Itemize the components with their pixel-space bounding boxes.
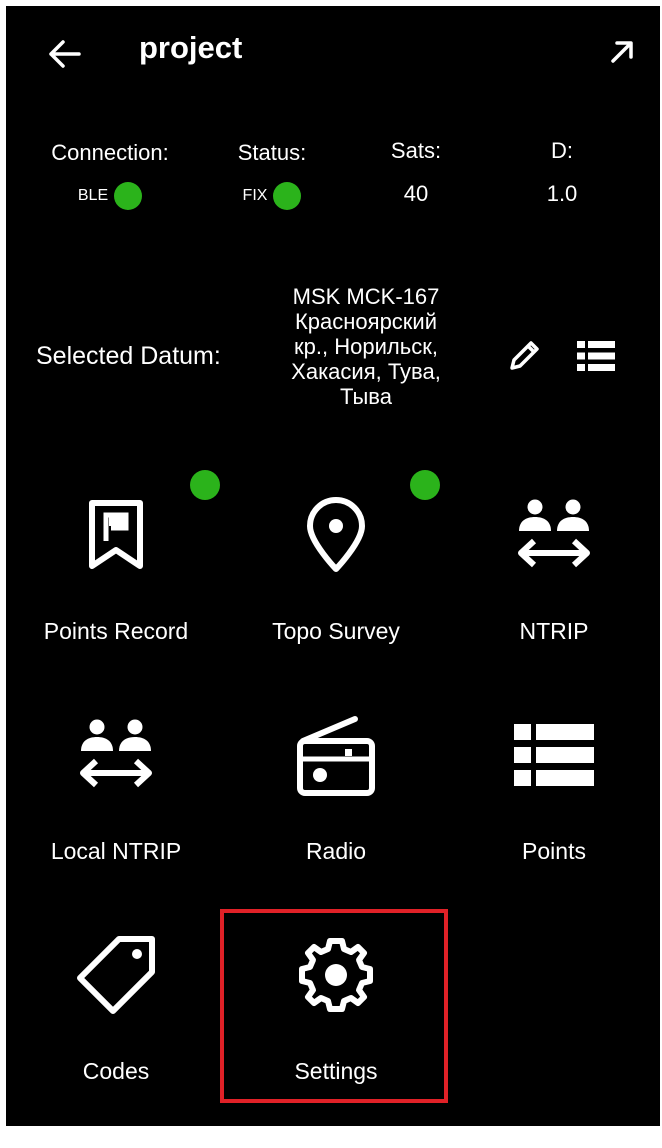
arrow-left-icon xyxy=(49,40,81,68)
sats-stat: Sats: 40 xyxy=(336,137,496,209)
topo-survey-label: Topo Survey xyxy=(272,618,400,644)
datum-value: MSK MCK-167 Красноярский кр., Норильск, … xyxy=(266,284,466,409)
local-ntrip-tile[interactable]: Local NTRIP xyxy=(8,700,224,900)
codes-label: Codes xyxy=(82,1058,150,1084)
points-record-label: Points Record xyxy=(43,618,189,644)
radio-label: Radio xyxy=(305,838,367,864)
sats-value: 40 xyxy=(403,181,429,206)
status-indicator xyxy=(273,182,302,210)
d-value: 1.0 xyxy=(546,181,578,206)
flag-bookmark-icon xyxy=(89,500,143,569)
d-stat: D: 1.0 xyxy=(482,137,642,209)
ntrip-label: NTRIP xyxy=(519,618,589,644)
codes-tile[interactable]: Codes xyxy=(8,920,224,1120)
edit-datum-button[interactable] xyxy=(502,334,546,378)
points-label: Points xyxy=(522,838,586,864)
status-stat: Status: FIX xyxy=(192,139,352,211)
d-label: D: xyxy=(551,138,573,163)
connection-label: Connection: xyxy=(51,140,169,165)
datum-line: Красноярский xyxy=(294,309,438,334)
topo-survey-active-indicator xyxy=(410,470,440,500)
points-tile[interactable]: Points xyxy=(446,700,660,900)
points-record-active-indicator xyxy=(190,470,220,500)
list-icon xyxy=(577,341,615,371)
datum-line: Хакасия, Тува, xyxy=(291,359,441,384)
expand-button[interactable] xyxy=(604,34,640,70)
datum-line: Тыва xyxy=(340,384,392,409)
map-pin-icon xyxy=(307,497,365,572)
users-exchange-icon xyxy=(518,499,590,568)
ntrip-tile[interactable]: NTRIP xyxy=(446,480,660,680)
status-label: Status: xyxy=(237,140,307,165)
datum-label: Selected Datum: xyxy=(36,342,221,370)
radio-tile[interactable]: Radio xyxy=(228,700,444,900)
datum-list-button[interactable] xyxy=(574,336,618,376)
users-exchange-icon xyxy=(80,719,152,788)
status-value: FIX xyxy=(242,187,268,204)
settings-highlight-box xyxy=(220,909,448,1103)
pencil-icon xyxy=(510,341,539,370)
connection-value: BLE xyxy=(77,187,109,204)
topo-survey-tile[interactable]: Topo Survey xyxy=(228,470,444,680)
arrow-up-right-icon xyxy=(611,41,633,63)
connection-indicator xyxy=(114,182,143,210)
page-title: project xyxy=(139,30,243,65)
sats-label: Sats: xyxy=(390,138,442,163)
app-screen: project Connection: BLE Status: FIX Sats… xyxy=(6,6,660,1126)
local-ntrip-label: Local NTRIP xyxy=(50,838,182,864)
datum-line: MSK MCK-167 xyxy=(292,284,440,309)
connection-stat: Connection: BLE xyxy=(30,139,190,211)
radio-icon xyxy=(297,716,375,796)
back-button[interactable] xyxy=(44,36,84,72)
points-record-tile[interactable]: Points Record xyxy=(8,470,224,680)
datum-line: кр., Норильск, xyxy=(294,334,438,359)
list-icon xyxy=(514,724,594,786)
tag-icon xyxy=(77,936,155,1014)
